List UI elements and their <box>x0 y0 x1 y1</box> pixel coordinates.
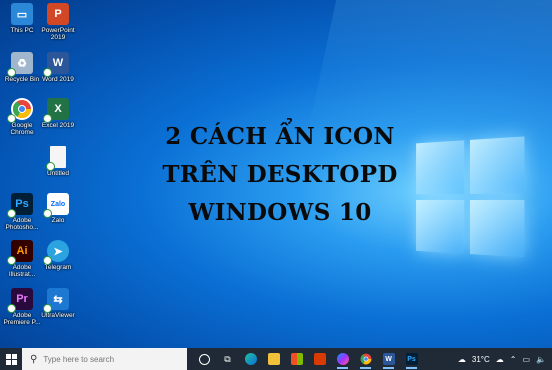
sync-check-icon <box>43 68 52 77</box>
chrome-icon <box>360 353 371 365</box>
headline-overlay: 2 CÁCH ẨN ICON TRÊN DESKTOPD WINDOWS 10 <box>150 118 410 232</box>
icon-label: Untitled <box>46 170 70 177</box>
sync-check-icon <box>7 68 16 77</box>
windows-icon <box>5 353 17 365</box>
icon-label: UltraViewer <box>41 312 75 319</box>
task-view-button[interactable]: ⧉ <box>218 348 237 370</box>
logo-pane <box>469 136 525 194</box>
desktop-icon-untitled[interactable]: Untitled <box>36 146 80 177</box>
taskbar-chrome[interactable] <box>356 348 375 370</box>
taskbar-search-box[interactable]: ⚲ <box>22 348 187 370</box>
taskbar-store[interactable] <box>287 348 306 370</box>
chrome-icon <box>7 98 33 123</box>
desktop-icon-powerpoint[interactable]: P PowerPoint 2019 <box>36 3 80 41</box>
system-tray: ☁ 31°C ☁ ⌃ ▭ 🔈 <box>458 348 552 370</box>
sync-check-icon <box>46 162 55 171</box>
taskbar-file-explorer[interactable] <box>264 348 283 370</box>
ultraviewer-icon: ⇆ <box>43 288 69 313</box>
windows-logo-wallpaper <box>416 136 529 262</box>
sync-check-icon <box>43 256 52 265</box>
taskbar: ⚲ ⧉ W Ps ☁ 31°C ☁ ⌃ ▭ 🔈 <box>0 348 552 370</box>
store-icon <box>290 353 303 365</box>
zalo-icon: Zalo <box>43 193 69 218</box>
sync-check-icon <box>7 209 16 218</box>
start-button[interactable] <box>0 348 22 370</box>
powerpoint-icon: P <box>47 3 69 25</box>
cloud-sync-icon[interactable]: ☁ <box>496 355 504 364</box>
temperature-label[interactable]: 31°C <box>472 355 490 364</box>
cortana-icon <box>199 353 210 365</box>
photoshop-icon: Ps <box>7 193 33 218</box>
network-icon[interactable]: ▭ <box>522 355 530 364</box>
chevron-up-icon[interactable]: ⌃ <box>510 355 517 364</box>
messenger-icon <box>336 353 349 365</box>
search-input[interactable] <box>43 354 174 364</box>
taskbar-office[interactable] <box>310 348 329 370</box>
recycle-bin-icon: ♻ <box>7 52 33 77</box>
headline-line: TRÊN DESKTOPD <box>162 161 398 188</box>
desktop-icon-excel[interactable]: X Excel 2019 <box>36 98 80 129</box>
desktop-icon-telegram[interactable]: ➤ Telegram <box>36 240 80 271</box>
telegram-icon: ➤ <box>43 240 69 265</box>
icon-label: Excel 2019 <box>41 122 75 129</box>
taskbar-edge[interactable] <box>241 348 260 370</box>
volume-icon[interactable]: 🔈 <box>536 355 546 364</box>
sync-check-icon <box>43 209 52 218</box>
desktop-icon-zalo[interactable]: Zalo Zalo <box>36 193 80 224</box>
word-icon: W <box>43 52 69 77</box>
logo-pane <box>469 200 525 258</box>
icon-label: PowerPoint 2019 <box>41 27 75 41</box>
logo-pane <box>416 140 465 195</box>
premiere-icon: Pr <box>7 288 33 313</box>
file-explorer-icon <box>267 353 280 365</box>
edge-icon <box>244 353 257 365</box>
illustrator-icon: Ai <box>7 240 33 265</box>
desktop-icon-word[interactable]: W Word 2019 <box>36 52 80 83</box>
icon-label: Telegram <box>44 264 72 271</box>
search-icon: ⚲ <box>30 353 38 365</box>
photoshop-icon: Ps <box>405 353 418 365</box>
desktop-icon-ultraviewer[interactable]: ⇆ UltraViewer <box>36 288 80 319</box>
sync-check-icon <box>7 304 16 313</box>
icon-label: Word 2019 <box>42 76 74 83</box>
desktop: ▭ This PC ♻ Recycle Bin Google Chrome Ps… <box>0 0 552 348</box>
logo-pane <box>416 199 465 254</box>
taskbar-messenger[interactable] <box>333 348 352 370</box>
sync-check-icon <box>7 256 16 265</box>
headline-line: WINDOWS 10 <box>188 199 372 226</box>
excel-icon: X <box>43 98 69 123</box>
headline-line: 2 CÁCH ẨN ICON <box>165 123 395 150</box>
weather-icon[interactable]: ☁ <box>458 355 466 364</box>
icon-label: Zalo <box>51 217 65 224</box>
office-icon <box>313 353 326 365</box>
document-icon <box>46 146 66 171</box>
task-view-icon: ⧉ <box>224 353 231 364</box>
sync-check-icon <box>43 114 52 123</box>
taskbar-word[interactable]: W <box>379 348 398 370</box>
taskbar-photoshop[interactable]: Ps <box>402 348 421 370</box>
this-pc-icon: ▭ <box>11 3 33 25</box>
word-icon: W <box>382 353 395 365</box>
cortana-button[interactable] <box>195 348 214 370</box>
sync-check-icon <box>43 304 52 313</box>
sync-check-icon <box>7 114 16 123</box>
